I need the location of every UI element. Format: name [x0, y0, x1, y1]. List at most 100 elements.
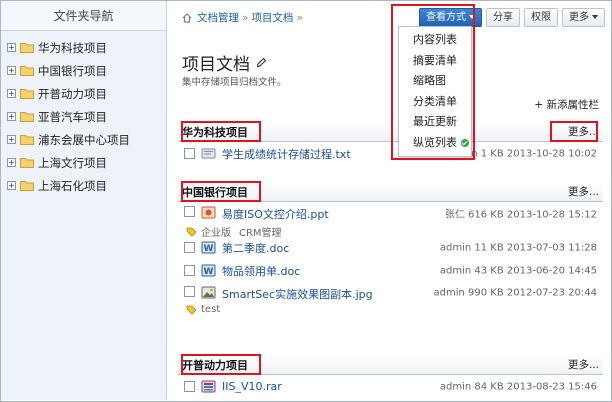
menu-item-content-list[interactable]: 内容列表: [399, 30, 471, 51]
page-subtitle: 集中存储项目归档文件。: [182, 77, 287, 88]
breadcrumb-separator: »: [242, 11, 249, 24]
row-checkbox[interactable]: [184, 242, 195, 253]
section-title: 开普动力项目: [182, 358, 248, 372]
folder-icon: [20, 158, 34, 168]
home-icon[interactable]: [182, 12, 192, 23]
sidebar-item-kaipu[interactable]: + 开普动力项目: [1, 82, 166, 105]
menu-item-overview-list[interactable]: 纵览列表: [399, 133, 471, 154]
file-name-link[interactable]: SmartSec实施效果图副本.jpg: [222, 286, 373, 302]
breadcrumb: 文档管理 » 项目文档 »: [182, 10, 306, 25]
rar-file-icon: [201, 380, 216, 393]
file-meta: admin 84 KB 2013-08-23 15:46: [439, 381, 597, 392]
file-name-link[interactable]: 物品领用单.doc: [222, 263, 300, 279]
svg-text:W: W: [204, 244, 214, 254]
file-name-link[interactable]: 学生成绩统计存储过程.txt: [222, 146, 351, 162]
file-meta: 张仁 616 KB 2013-10-28 15:12: [444, 209, 597, 221]
add-attribute-button[interactable]: + 新添属性栏: [534, 97, 599, 112]
sidebar-item-label: 上海文行项目: [38, 155, 107, 170]
expand-icon[interactable]: +: [7, 89, 16, 98]
file-row[interactable]: IIS_V10.rar admin 84 KB 2013-08-23 15:46: [178, 375, 603, 398]
expand-icon[interactable]: +: [7, 135, 16, 144]
section-huawei: 华为科技项目 更多... 学生成绩统计存储过程.txt admin 1 KB 2…: [178, 122, 603, 165]
file-row[interactable]: 学生成绩统计存储过程.txt admin 1 KB 2013-10-28 10:…: [178, 142, 603, 165]
view-mode-button[interactable]: 查看方式: [419, 8, 482, 27]
menu-item-summary-list[interactable]: 摘要清单: [399, 51, 471, 72]
row-checkbox[interactable]: [184, 206, 195, 217]
share-button[interactable]: 分享: [486, 8, 520, 27]
menu-item-recent-updates[interactable]: 最近更新: [399, 112, 471, 133]
tag-icon: [186, 305, 197, 315]
main-panel: 文档管理 » 项目文档 » 查看方式 分享 权限 更多 项目文档 集中存储项目归…: [168, 1, 611, 400]
permission-button[interactable]: 权限: [524, 8, 558, 27]
menu-item-thumbnail[interactable]: 缩略图: [399, 71, 471, 92]
section-title: 中国银行项目: [182, 185, 248, 199]
section-kaipu: 开普动力项目 更多... IIS_V10.rar admin 84 KB 201…: [178, 355, 603, 398]
folder-icon: [20, 66, 34, 76]
folder-sidebar: 文件夹导航 + 华为科技项目 + 中国银行项目 + 开普动力项目 + 亚普汽车项…: [1, 1, 167, 400]
view-mode-menu: 内容列表 摘要清单 缩略图 分类清单 最近更新 纵览列表: [398, 26, 472, 157]
check-icon: [461, 138, 469, 147]
section-more-link[interactable]: 更多...: [568, 184, 599, 199]
file-meta: admin 43 KB 2013-06-20 14:45: [439, 265, 597, 276]
view-mode-label: 查看方式: [426, 12, 466, 23]
toolbar: 查看方式 分享 权限 更多: [419, 8, 605, 27]
sidebar-title: 文件夹导航: [1, 1, 166, 31]
section-more-link[interactable]: 更多...: [568, 357, 599, 372]
expand-icon[interactable]: +: [7, 158, 16, 167]
section-header: 华为科技项目 更多...: [178, 122, 603, 142]
section-boc: 中国银行项目 更多... 易度ISO文控介绍.ppt 张仁 616 KB 201…: [178, 182, 603, 316]
file-row[interactable]: W 第二季度.doc admin 11 KB 2013-07-03 11:28: [178, 236, 603, 259]
page-title: 项目文档: [182, 50, 267, 75]
sidebar-item-label: 上海石化项目: [38, 178, 107, 193]
more-button[interactable]: 更多: [562, 8, 605, 27]
expand-icon[interactable]: +: [7, 43, 16, 52]
expand-icon[interactable]: +: [7, 112, 16, 121]
folder-icon: [20, 89, 34, 99]
row-checkbox[interactable]: [184, 381, 195, 392]
menu-item-category-list[interactable]: 分类清单: [399, 92, 471, 113]
sidebar-item-pudong[interactable]: + 浦东会展中心项目: [1, 128, 166, 151]
sidebar-item-huawei[interactable]: + 华为科技项目: [1, 36, 166, 59]
row-checkbox[interactable]: [184, 148, 195, 159]
txt-file-icon: [201, 148, 216, 159]
file-name-link[interactable]: IIS_V10.rar: [222, 380, 282, 393]
doc-file-icon: W: [201, 264, 216, 277]
folder-tree: + 华为科技项目 + 中国银行项目 + 开普动力项目 + 亚普汽车项目 + 浦东…: [1, 31, 166, 197]
file-name-link[interactable]: 第二季度.doc: [222, 240, 289, 256]
breadcrumb-item-project-docs[interactable]: 项目文档: [251, 10, 293, 25]
doc-file-icon: W: [201, 241, 216, 254]
sidebar-item-label: 浦东会展中心项目: [38, 132, 130, 147]
pencil-icon[interactable]: [256, 57, 267, 68]
tag-icon: [186, 227, 197, 237]
row-checkbox[interactable]: [184, 265, 195, 276]
svg-text:W: W: [204, 267, 214, 277]
folder-icon: [20, 112, 34, 122]
folder-icon: [20, 43, 34, 53]
section-header: 开普动力项目 更多...: [178, 355, 603, 375]
file-name-link[interactable]: 易度ISO文控介绍.ppt: [222, 206, 329, 222]
breadcrumb-item-docs[interactable]: 文档管理: [197, 10, 239, 25]
breadcrumb-separator: »: [296, 11, 303, 24]
row-checkbox[interactable]: [184, 286, 195, 297]
expand-icon[interactable]: +: [7, 181, 16, 190]
sidebar-item-label: 开普动力项目: [38, 86, 107, 101]
sidebar-item-label: 华为科技项目: [38, 40, 107, 55]
sidebar-item-yapu[interactable]: + 亚普汽车项目: [1, 105, 166, 128]
file-tags: test: [186, 304, 228, 315]
sidebar-item-wenxing[interactable]: + 上海文行项目: [1, 151, 166, 174]
file-meta: admin 990 KB 2012-07-23 20:44: [433, 287, 598, 299]
expand-icon[interactable]: +: [7, 66, 16, 75]
more-label: 更多: [569, 12, 589, 23]
file-row[interactable]: SmartSec实施效果图副本.jpg admin 990 KB 2012-07…: [178, 282, 603, 316]
folder-icon: [20, 181, 34, 191]
file-meta: admin 11 KB 2013-07-03 11:28: [439, 242, 597, 253]
sidebar-item-shihua[interactable]: + 上海石化项目: [1, 174, 166, 197]
section-header: 中国银行项目 更多...: [178, 182, 603, 202]
page-title-text: 项目文档: [182, 55, 250, 75]
tag-label[interactable]: test: [201, 304, 220, 315]
file-row[interactable]: W 物品领用单.doc admin 43 KB 2013-06-20 14:45: [178, 259, 603, 282]
section-more-link[interactable]: 更多...: [568, 124, 599, 139]
sidebar-item-boc[interactable]: + 中国银行项目: [1, 59, 166, 82]
folder-icon: [20, 135, 34, 145]
file-row[interactable]: 易度ISO文控介绍.ppt 张仁 616 KB 2013-10-28 15:12…: [178, 202, 603, 239]
